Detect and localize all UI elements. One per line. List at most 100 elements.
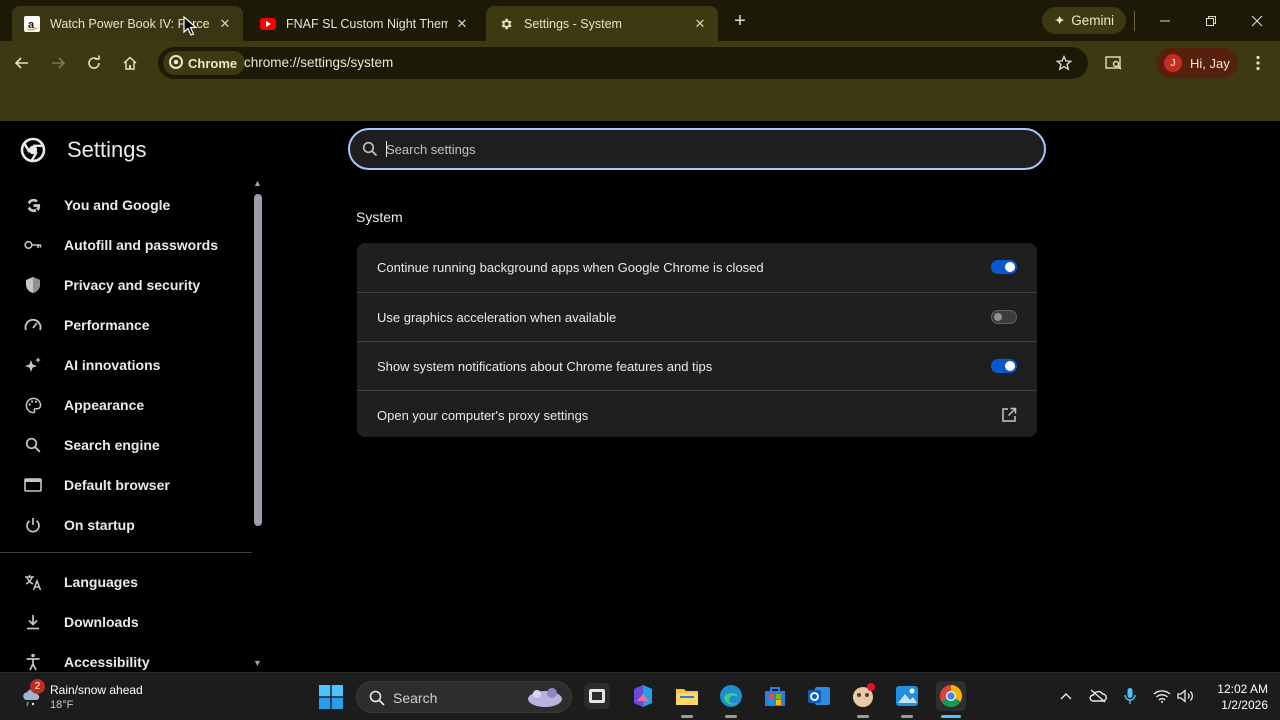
wifi-icon[interactable]: [1153, 687, 1171, 705]
home-button[interactable]: [118, 51, 142, 75]
restore-button[interactable]: [1200, 10, 1222, 32]
graphics-acceleration-toggle[interactable]: [991, 310, 1017, 324]
photos-icon[interactable]: [894, 683, 920, 709]
notification-badge: 2: [30, 679, 45, 694]
sparkle-icon: [24, 356, 42, 374]
close-window-button[interactable]: [1246, 10, 1268, 32]
menu-kebab-icon[interactable]: [1246, 51, 1270, 75]
setting-label: Open your computer's proxy settings: [377, 408, 589, 423]
sidebar-item-you-and-google[interactable]: You and Google: [0, 185, 250, 225]
setting-row-background-apps[interactable]: Continue running background apps when Go…: [357, 243, 1037, 292]
scroll-down-arrow-icon[interactable]: ▼: [253, 658, 262, 668]
sidebar-item-label: On startup: [64, 517, 135, 533]
weather-widget[interactable]: 2 Rain/snow ahead 18°F: [20, 679, 170, 715]
file-explorer-icon[interactable]: [674, 683, 700, 709]
sidebar-item-languages[interactable]: Languages: [0, 562, 250, 602]
running-indicator: [725, 715, 737, 718]
sidebar-item-appearance[interactable]: Appearance: [0, 385, 250, 425]
close-icon[interactable]: ✕: [692, 16, 708, 32]
sidebar-item-label: Privacy and security: [64, 277, 201, 293]
sidebar-item-accessibility[interactable]: Accessibility: [0, 642, 250, 672]
sidebar-item-downloads[interactable]: Downloads: [0, 602, 250, 642]
sidebar-item-label: Default browser: [64, 477, 170, 493]
key-icon: [24, 236, 42, 254]
windows-start-icon[interactable]: [319, 685, 343, 709]
microphone-icon[interactable]: [1121, 687, 1139, 705]
settings-sidebar: You and Google Autofill and passwords Pr…: [0, 183, 252, 672]
setting-row-system-notifications[interactable]: Show system notifications about Chrome f…: [357, 341, 1037, 390]
sidebar-scrollbar[interactable]: [254, 194, 262, 526]
windows-taskbar: 2 Rain/snow ahead 18°F Search 12:02 AM 1…: [0, 672, 1280, 720]
sidebar-item-label: Appearance: [64, 397, 145, 413]
divider: [1134, 11, 1135, 31]
page-title: Settings: [67, 137, 147, 162]
active-indicator: [941, 715, 961, 718]
power-icon: [24, 516, 42, 534]
tab-power-book[interactable]: a Watch Power Book IV: Force Se ✕: [12, 6, 243, 41]
search-settings-field[interactable]: [348, 128, 1046, 170]
search-input[interactable]: [386, 139, 1026, 159]
sidebar-item-label: Accessibility: [64, 654, 150, 670]
sidebar-item-autofill[interactable]: Autofill and passwords: [0, 225, 250, 265]
gear-icon: [498, 16, 514, 32]
outlook-icon[interactable]: [806, 683, 832, 709]
tab-search-icon[interactable]: [1102, 51, 1126, 75]
onedrive-icon[interactable]: [1089, 687, 1107, 705]
setting-label: Show system notifications about Chrome f…: [377, 359, 713, 374]
url-text: chrome://settings/system: [244, 55, 394, 70]
running-indicator: [901, 715, 913, 718]
volume-icon[interactable]: [1177, 687, 1195, 705]
browser-toolbar: Chrome chrome://settings/system J Hi, Ja…: [0, 41, 1280, 85]
tab-fnaf[interactable]: FNAF SL Custom Night Theme ✕: [248, 6, 480, 41]
chevron-up-icon[interactable]: [1057, 687, 1075, 705]
sidebar-item-privacy[interactable]: Privacy and security: [0, 265, 250, 305]
address-bar[interactable]: Chrome chrome://settings/system: [158, 47, 1088, 79]
sidebar-item-on-startup[interactable]: On startup: [0, 505, 250, 545]
forward-button[interactable]: [46, 51, 70, 75]
bookmark-star-icon[interactable]: [1054, 53, 1074, 73]
avatar: J: [1164, 54, 1182, 72]
mouse-pointer-icon: [183, 15, 198, 36]
gemini-button[interactable]: ✦ Gemini: [1042, 7, 1126, 34]
scroll-up-arrow-icon[interactable]: ▲: [253, 178, 262, 188]
external-link-icon[interactable]: [1001, 407, 1017, 423]
palette-icon: [24, 396, 42, 414]
taskbar-search[interactable]: Search: [356, 681, 572, 713]
system-clock[interactable]: 12:02 AM 1/2/2026: [1204, 681, 1268, 713]
close-icon[interactable]: ✕: [454, 16, 470, 32]
edge-icon[interactable]: [718, 683, 744, 709]
system-notifications-toggle[interactable]: [991, 359, 1017, 373]
clock-date: 1/2/2026: [1221, 698, 1268, 712]
weather-temp: 18°F: [50, 699, 74, 711]
microsoft-store-icon[interactable]: [762, 683, 788, 709]
new-tab-button[interactable]: +: [728, 9, 752, 33]
sidebar-item-label: You and Google: [64, 197, 171, 213]
task-view-icon[interactable]: [584, 683, 610, 709]
close-icon[interactable]: ✕: [217, 16, 233, 32]
profile-button[interactable]: J Hi, Jay: [1156, 48, 1238, 78]
sidebar-item-label: Downloads: [64, 614, 139, 630]
sidebar-item-performance[interactable]: Performance: [0, 305, 250, 345]
background-apps-toggle[interactable]: [991, 260, 1017, 274]
tab-settings[interactable]: Settings - System ✕: [486, 6, 718, 41]
site-info-chip[interactable]: Chrome: [163, 51, 246, 75]
chrome-taskbar-icon[interactable]: [936, 681, 966, 711]
setting-row-proxy-settings[interactable]: Open your computer's proxy settings: [357, 390, 1037, 439]
download-icon: [24, 613, 42, 631]
back-button[interactable]: [10, 51, 34, 75]
clock-time: 12:02 AM: [1217, 682, 1268, 696]
tab-title: FNAF SL Custom Night Theme: [286, 16, 448, 31]
minimize-button[interactable]: [1154, 10, 1176, 32]
sidebar-item-default-browser[interactable]: Default browser: [0, 465, 250, 505]
setting-label: Use graphics acceleration when available: [377, 310, 617, 325]
text-cursor: [386, 141, 387, 157]
speedometer-icon: [24, 316, 42, 334]
reload-button[interactable]: [82, 51, 106, 75]
gemini-label: Gemini: [1071, 13, 1115, 28]
sidebar-item-search-engine[interactable]: Search engine: [0, 425, 250, 465]
m365-copilot-icon[interactable]: [630, 683, 656, 709]
setting-row-graphics-acceleration[interactable]: Use graphics acceleration when available: [357, 292, 1037, 341]
amazon-icon: a: [24, 15, 40, 32]
app-icon[interactable]: [850, 683, 876, 709]
sidebar-item-ai-innovations[interactable]: AI innovations: [0, 345, 250, 385]
